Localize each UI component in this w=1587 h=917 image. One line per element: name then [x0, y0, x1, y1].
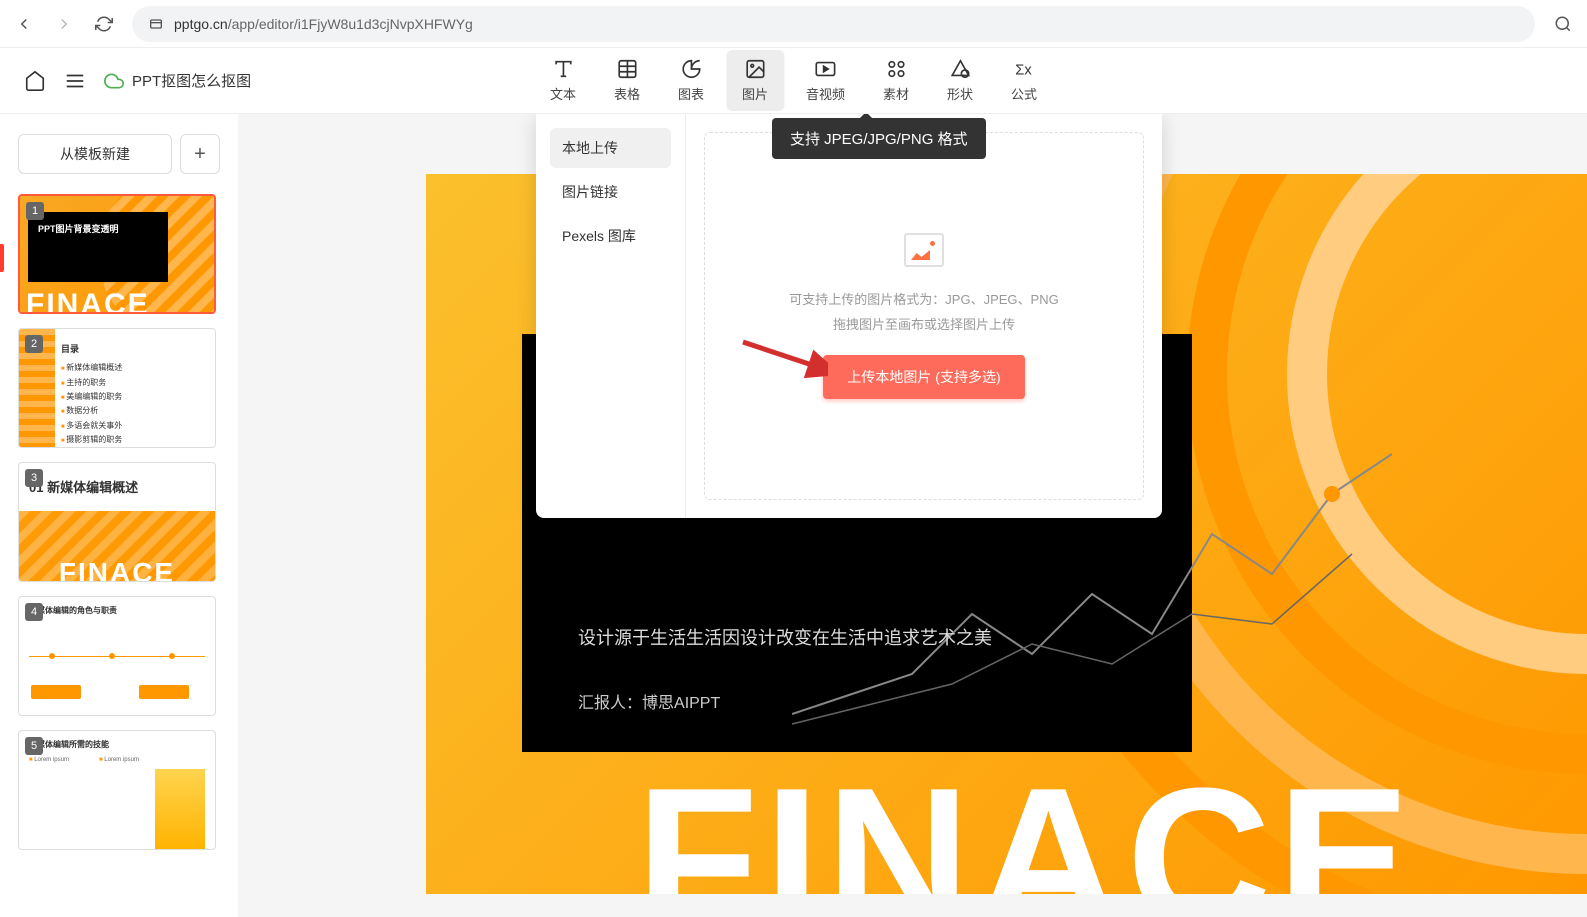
slide-quote: 设计源于生活生活因设计改变在生活中追求艺术之美: [578, 624, 992, 650]
mouse-cursor-icon: [878, 114, 896, 121]
canvas-area[interactable]: 设计源于生活生活因设计改变在生活中追求艺术之美 汇报人：博思AIPPT FINA…: [238, 114, 1587, 917]
menu-button[interactable]: [64, 70, 86, 92]
slide-thumb-4[interactable]: 4 新媒体编辑的角色与职责: [18, 596, 216, 716]
reload-button[interactable]: [92, 12, 116, 36]
upload-image-icon: [904, 233, 944, 267]
slide-thumb-2[interactable]: 2 目录 新媒体编辑概述 主持的职务 美编编辑的职务 数据分析 多语会就关事外 …: [18, 328, 216, 448]
zoom-icon[interactable]: [1551, 12, 1575, 36]
tab-image-link[interactable]: 图片链接: [550, 172, 671, 212]
url-text: pptgo.cn/app/editor/i1FjyW8u1d3cjNvpXHFW…: [174, 16, 473, 32]
tool-table[interactable]: 表格: [598, 50, 656, 111]
app-header: PPT抠图怎么抠图 文本 表格 图表 图片 音视频 素材 形状 Σx公式: [0, 48, 1587, 114]
slide-thumb-1[interactable]: 1 PPT图片背景变透明 FINACE: [18, 194, 216, 314]
tool-media[interactable]: 音视频: [790, 50, 861, 111]
home-button[interactable]: [24, 70, 46, 92]
tooltip: 支持 JPEG/JPG/PNG 格式: [772, 118, 986, 159]
scroll-marker: [0, 244, 4, 272]
svg-text:Σx: Σx: [1015, 63, 1032, 79]
dropdown-sidebar: 本地上传 图片链接 Pexels 图库: [536, 114, 686, 518]
upload-dropzone[interactable]: 可支持上传的图片格式为：JPG、JPEG、PNG 拖拽图片至画布或选择图片上传 …: [704, 132, 1144, 500]
upload-hint-1: 可支持上传的图片格式为：JPG、JPEG、PNG: [789, 289, 1058, 308]
thumb-number: 4: [25, 603, 43, 621]
thumb-1-title: PPT图片背景变透明: [28, 212, 168, 282]
slide-sidebar: 从模板新建 + 1 PPT图片背景变透明 FINACE 2 目录 新媒体编辑概述…: [0, 114, 238, 917]
tab-local-upload[interactable]: 本地上传: [550, 128, 671, 168]
cloud-status: PPT抠图怎么抠图: [104, 70, 251, 91]
browser-bar: pptgo.cn/app/editor/i1FjyW8u1d3cjNvpXHFW…: [0, 0, 1587, 48]
tool-image[interactable]: 图片: [726, 50, 784, 111]
slide-title-finace: FINACE: [636, 744, 1416, 894]
thumb-number: 1: [26, 202, 44, 220]
toolbar: 文本 表格 图表 图片 音视频 素材 形状 Σx公式: [534, 50, 1053, 111]
url-bar[interactable]: pptgo.cn/app/editor/i1FjyW8u1d3cjNvpXHFW…: [132, 6, 1535, 42]
tool-text[interactable]: 文本: [534, 50, 592, 111]
tab-pexels[interactable]: Pexels 图库: [550, 216, 671, 256]
thumb-number: 5: [25, 737, 43, 755]
tool-shapes[interactable]: 形状: [931, 50, 989, 111]
thumb-number: 3: [25, 469, 43, 487]
forward-button[interactable]: [52, 12, 76, 36]
new-from-template-button[interactable]: 从模板新建: [18, 134, 172, 174]
tool-assets[interactable]: 素材: [867, 50, 925, 111]
upload-hint-2: 拖拽图片至画布或选择图片上传: [833, 314, 1015, 333]
add-slide-button[interactable]: +: [180, 134, 220, 174]
upload-button[interactable]: 上传本地图片 (支持多选): [823, 355, 1024, 399]
site-info-icon: [148, 16, 164, 32]
slide-thumb-3[interactable]: 3 01 新媒体编辑概述 FINACE: [18, 462, 216, 582]
slide-author: 汇报人：博思AIPPT: [578, 689, 720, 713]
back-button[interactable]: [12, 12, 36, 36]
tool-chart[interactable]: 图表: [662, 50, 720, 111]
slide-thumb-5[interactable]: 5 新媒体编辑所需的技能 Lorem ipsum Lorem ipsum: [18, 730, 216, 850]
dropdown-main: 可支持上传的图片格式为：JPG、JPEG、PNG 拖拽图片至画布或选择图片上传 …: [686, 114, 1162, 518]
thumb-number: 2: [25, 335, 43, 353]
cloud-icon: [104, 71, 124, 91]
tool-formula[interactable]: Σx公式: [995, 50, 1053, 111]
document-title[interactable]: PPT抠图怎么抠图: [132, 70, 251, 91]
image-dropdown: 本地上传 图片链接 Pexels 图库 可支持上传的图片格式为：JPG、JPEG…: [536, 114, 1162, 518]
annotation-arrow-2: [738, 332, 828, 382]
